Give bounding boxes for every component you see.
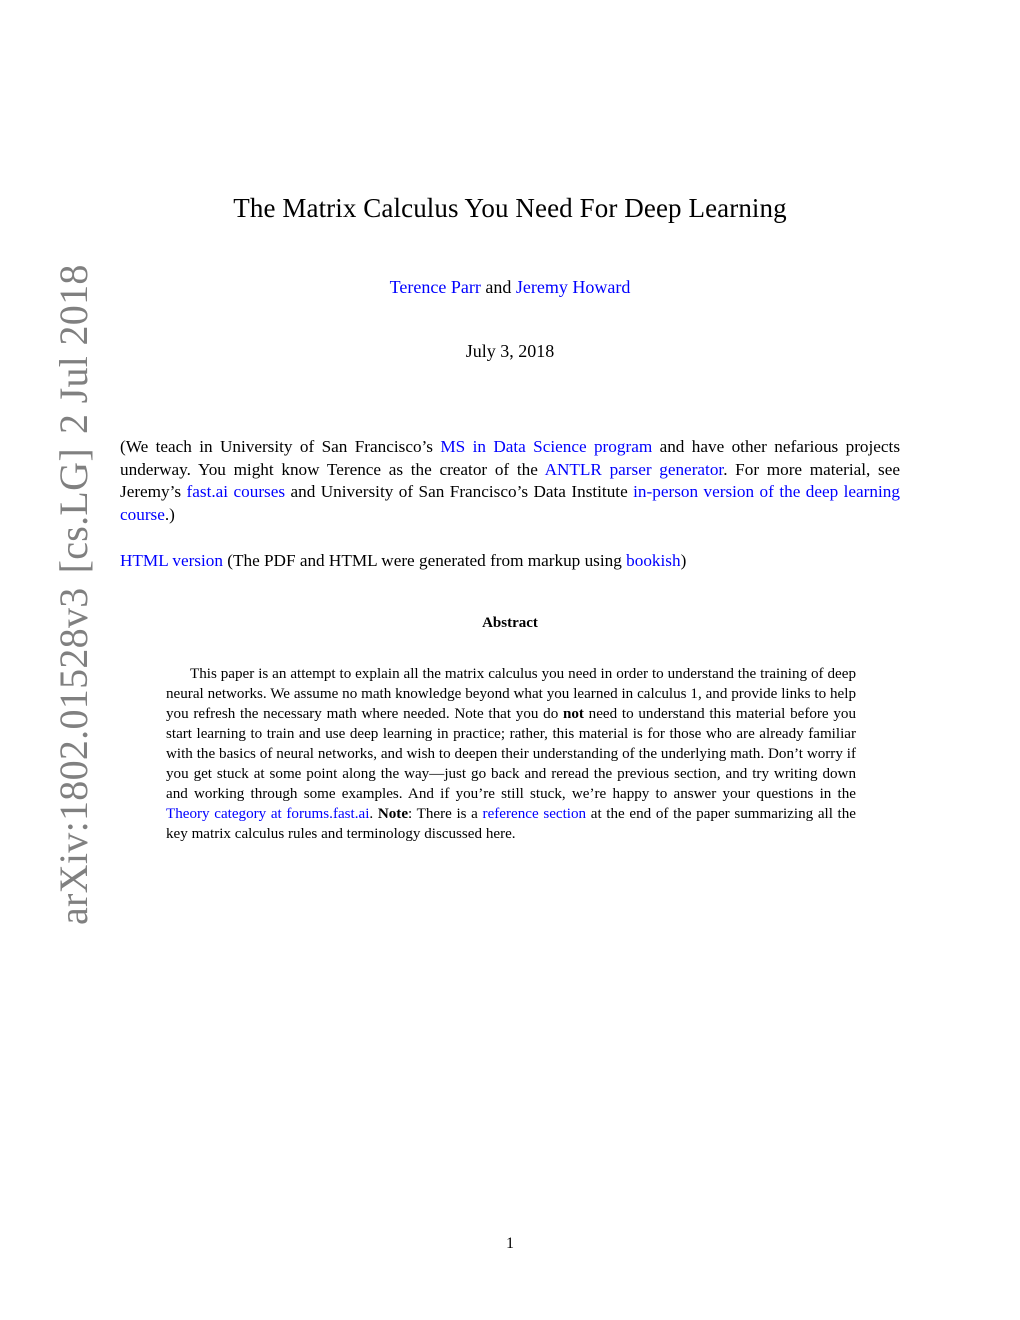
fastai-courses-link[interactable]: fast.ai courses (187, 482, 286, 501)
ms-data-science-link[interactable]: MS in Data Science program (440, 437, 652, 456)
forums-theory-link[interactable]: Theory category at forums.fast.ai (166, 806, 369, 822)
html-version-link[interactable]: HTML version (120, 551, 223, 570)
intro-text: .) (164, 504, 175, 524)
abstract-bold-note: Note (377, 806, 409, 822)
intro-paragraph: (We teach in University of San Francisco… (120, 436, 900, 526)
arxiv-id: arXiv:1802.01528v3 (51, 587, 96, 925)
html-version-line: HTML version (The PDF and HTML were gene… (120, 550, 900, 572)
antlr-link[interactable]: ANTLR parser generator (545, 460, 724, 479)
reference-section-link[interactable]: reference section (483, 806, 587, 822)
abstract-text: : There is a (408, 806, 483, 822)
page-number: 1 (506, 1235, 514, 1252)
author-link-terence-parr[interactable]: Terence Parr (390, 277, 481, 297)
bookish-link[interactable]: bookish (626, 551, 680, 570)
paper-title: The Matrix Calculus You Need For Deep Le… (233, 193, 787, 223)
arxiv-category: [cs.LG] (51, 448, 96, 574)
intro-text: and University of San Francisco’s Data I… (285, 482, 634, 502)
paper-date: July 3, 2018 (465, 341, 555, 361)
abstract-body: This paper is an attempt to explain all … (166, 664, 856, 844)
author-link-jeremy-howard[interactable]: Jeremy Howard (516, 277, 630, 297)
intro-text: (We teach in University of San Francisco… (120, 437, 441, 456)
abstract-text: . (369, 806, 378, 822)
author-connector: and (480, 277, 516, 297)
html-version-text: (The PDF and HTML were generated from ma… (222, 551, 627, 570)
abstract-heading: Abstract (482, 615, 538, 631)
html-version-text: ) (680, 551, 687, 570)
authors: Terence Parr and Jeremy Howard (0, 277, 1020, 298)
abstract-bold-not: not (562, 706, 584, 722)
